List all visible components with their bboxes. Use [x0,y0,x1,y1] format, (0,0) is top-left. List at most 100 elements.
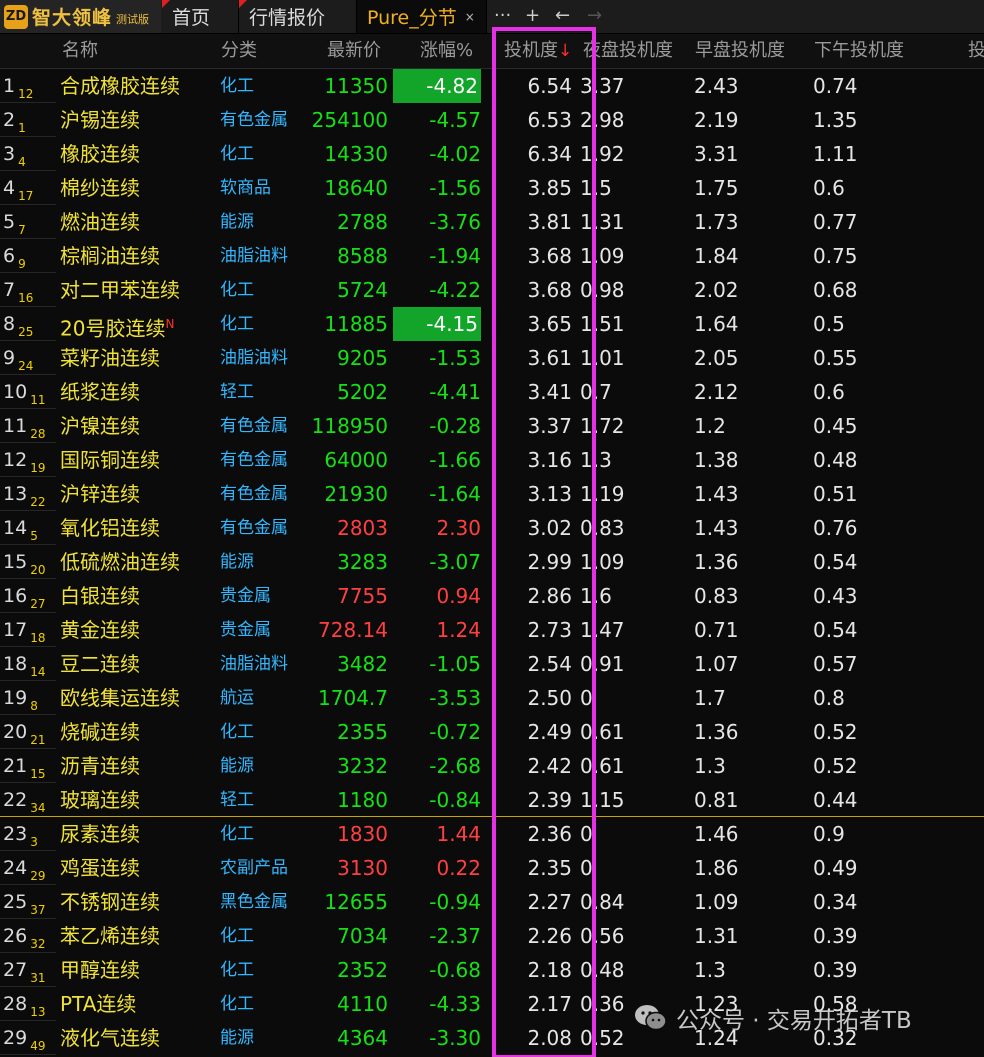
change-cell: -1.05 [429,652,481,676]
row-rank: 28 [30,427,46,441]
tab-home[interactable]: 首页 [162,0,239,33]
price-cell: 4364 [337,1026,388,1050]
header-morning[interactable]: 早盘投机度 [695,34,785,68]
tab-label: Pure_分节 [367,7,457,29]
row-rank: 24 [18,359,34,373]
app-logo[interactable]: ZD 智大领峰 测试版 [0,0,161,33]
header-price[interactable]: 最新价 [327,34,381,68]
category-cell: 化工 [220,824,254,844]
row-index: 1 12 [3,69,33,103]
change-cell: 1.44 [436,822,481,846]
contract-name-text: 液化气连续 [60,1026,160,1050]
contract-name-text: 国际铜连续 [60,448,160,472]
contract-name-text: 沥青连续 [60,754,140,778]
category-cell: 有色金属 [220,450,288,470]
row-index: 57 [3,205,26,239]
row-index: 12 19 [3,443,45,477]
contract-name: 鸡蛋连续 [60,851,140,885]
morning-speculation-cell: 1.3 [694,754,726,778]
row-rank: 49 [30,1039,46,1053]
price-cell: 5202 [337,380,388,404]
header-extra[interactable]: 投 [968,34,984,68]
row-rank: 1 [18,121,26,135]
morning-speculation-cell: 3.31 [694,142,739,166]
contract-name-text: 菜籽油连续 [60,346,160,370]
back-arrow-icon[interactable]: ← [555,5,570,26]
row-rank: 32 [30,937,46,951]
afternoon-speculation-cell: 0.34 [813,890,858,914]
afternoon-speculation-cell: 0.6 [813,176,845,200]
row-rank: 34 [30,801,46,815]
row-number: 5 [3,211,16,233]
row-rank: 17 [18,189,34,203]
header-afternoon[interactable]: 下午投机度 [814,34,904,68]
row-index: 28 13 [3,987,45,1021]
morning-speculation-cell: 1.7 [694,686,726,710]
row-index: 8 25 [3,307,33,341]
contract-name: 橡胶连续 [60,137,140,171]
watermark: 公众号 · 交易开拓者TB [634,1000,912,1036]
afternoon-speculation-cell: 0.39 [813,924,858,948]
morning-speculation-cell: 1.38 [694,448,739,472]
forward-arrow-icon[interactable]: → [587,5,602,26]
row-rank: 29 [30,869,46,883]
morning-speculation-cell: 0.71 [694,618,739,642]
change-cell: -0.28 [429,414,481,438]
morning-speculation-cell: 1.75 [694,176,739,200]
price-cell: 4110 [337,992,388,1016]
category-cell: 农副产品 [220,858,288,878]
contract-name: 氧化铝连续 [60,511,160,545]
contract-name: 欧线集运连续 [60,681,180,715]
row-number: 1 [3,75,16,97]
contract-name: 苯乙烯连续 [60,919,160,953]
tab-flag-icon [239,0,247,8]
morning-speculation-cell: 0.81 [694,788,739,812]
contract-name: 纸浆连续 [60,375,140,409]
row-number: 7 [3,279,16,301]
row-rank: 27 [30,597,46,611]
header-name[interactable]: 名称 [62,34,98,68]
row-rank: 21 [30,733,46,747]
price-cell: 5724 [337,278,388,302]
contract-name-text: 黄金连续 [60,618,140,642]
category-cell: 能源 [220,1028,254,1048]
morning-speculation-cell: 1.84 [694,244,739,268]
header-change[interactable]: 涨幅% [420,34,473,68]
row-index: 21 15 [3,749,45,783]
contract-name-text: 不锈钢连续 [60,890,160,914]
row-rank: 14 [30,665,46,679]
contract-name: 20号胶连续N [60,307,174,341]
contract-name-text: 橡胶连续 [60,142,140,166]
row-index: 21 [3,103,26,137]
change-cell: -4.57 [429,108,481,132]
row-number: 20 [3,721,28,743]
afternoon-speculation-cell: 0.55 [813,346,858,370]
contract-name: 黄金连续 [60,613,140,647]
contract-name: 低硫燃油连续 [60,545,180,579]
morning-speculation-cell: 2.43 [694,74,739,98]
header-night[interactable]: 夜盘投机度 [583,34,673,68]
contract-name: 白银连续 [60,579,140,613]
morning-speculation-cell: 1.64 [694,312,739,336]
afternoon-speculation-cell: 0.54 [813,550,858,574]
row-index: 15 20 [3,545,45,579]
tab-pure-section[interactable]: Pure_分节 × [357,0,487,33]
change-cell: 0.94 [436,584,481,608]
afternoon-speculation-cell: 0.39 [813,958,858,982]
morning-speculation-cell: 1.2 [694,414,726,438]
change-cell: -2.37 [429,924,481,948]
price-cell: 7755 [337,584,388,608]
header-category[interactable]: 分类 [221,34,257,68]
afternoon-speculation-cell: 0.74 [813,74,858,98]
close-icon[interactable]: × [465,10,475,24]
contract-name-text: 白银连续 [60,584,140,608]
more-icon[interactable]: ··· [494,5,511,26]
tab-quotes[interactable]: 行情报价 [239,0,357,33]
afternoon-speculation-cell: 0.43 [813,584,858,608]
category-cell: 有色金属 [220,518,288,538]
row-index: 13 22 [3,477,45,511]
add-tab-icon[interactable]: + [525,5,540,26]
row-rank: 11 [30,393,46,407]
category-cell: 化工 [220,144,254,164]
row-index: 18 14 [3,647,45,681]
